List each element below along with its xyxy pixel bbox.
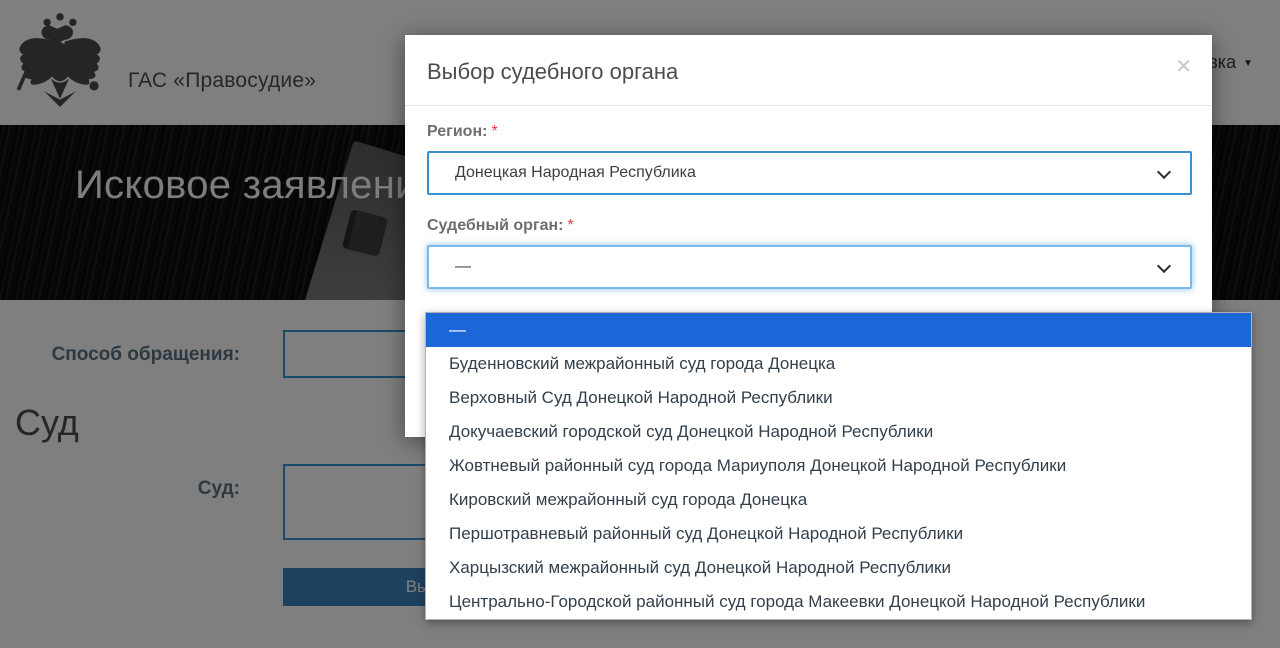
required-asterisk: * (568, 217, 574, 234)
court-organ-select-value: — (455, 247, 471, 287)
required-asterisk: * (491, 123, 497, 140)
dropdown-option[interactable]: Кировский межрайонный суд города Донецка (426, 483, 1251, 517)
chevron-down-icon (1157, 165, 1171, 179)
court-organ-select[interactable]: — (427, 245, 1192, 289)
dropdown-option[interactable]: Першотравневый районный суд Донецкой Нар… (426, 517, 1251, 551)
modal-header: Выбор судебного органа ✕ (405, 35, 1212, 106)
region-label: Регион: (427, 123, 487, 140)
chevron-down-icon (1157, 259, 1171, 273)
court-organ-field: Судебный орган:* — (427, 217, 1192, 289)
dropdown-option[interactable]: Буденновский межрайонный суд города Доне… (426, 347, 1251, 381)
region-select-value: Донецкая Народная Республика (455, 153, 696, 193)
screen: ГАС «Правосудие» Справка▼ Исковое заявле… (0, 0, 1280, 648)
court-organ-label: Судебный орган: (427, 217, 564, 234)
dropdown-option[interactable]: Докучаевский городской суд Донецкой Наро… (426, 415, 1251, 449)
dropdown-option[interactable]: Харцызский межрайонный суд Донецкой Наро… (426, 551, 1251, 585)
region-select[interactable]: Донецкая Народная Республика (427, 151, 1192, 195)
dropdown-option[interactable]: Верховный Суд Донецкой Народной Республи… (426, 381, 1251, 415)
region-field: Регион:* Донецкая Народная Республика (427, 123, 1192, 195)
close-icon[interactable]: ✕ (1175, 57, 1192, 77)
dropdown-option[interactable]: Жовтневый районный суд города Мариуполя … (426, 449, 1251, 483)
dropdown-option[interactable]: Центрально-Городской районный суд города… (426, 585, 1251, 619)
modal-body: Регион:* Донецкая Народная Республика Су… (405, 106, 1212, 289)
dropdown-option[interactable]: — (426, 313, 1251, 347)
modal-title: Выбор судебного органа (427, 59, 1188, 85)
court-dropdown-list: —Буденновский межрайонный суд города Дон… (425, 312, 1252, 620)
